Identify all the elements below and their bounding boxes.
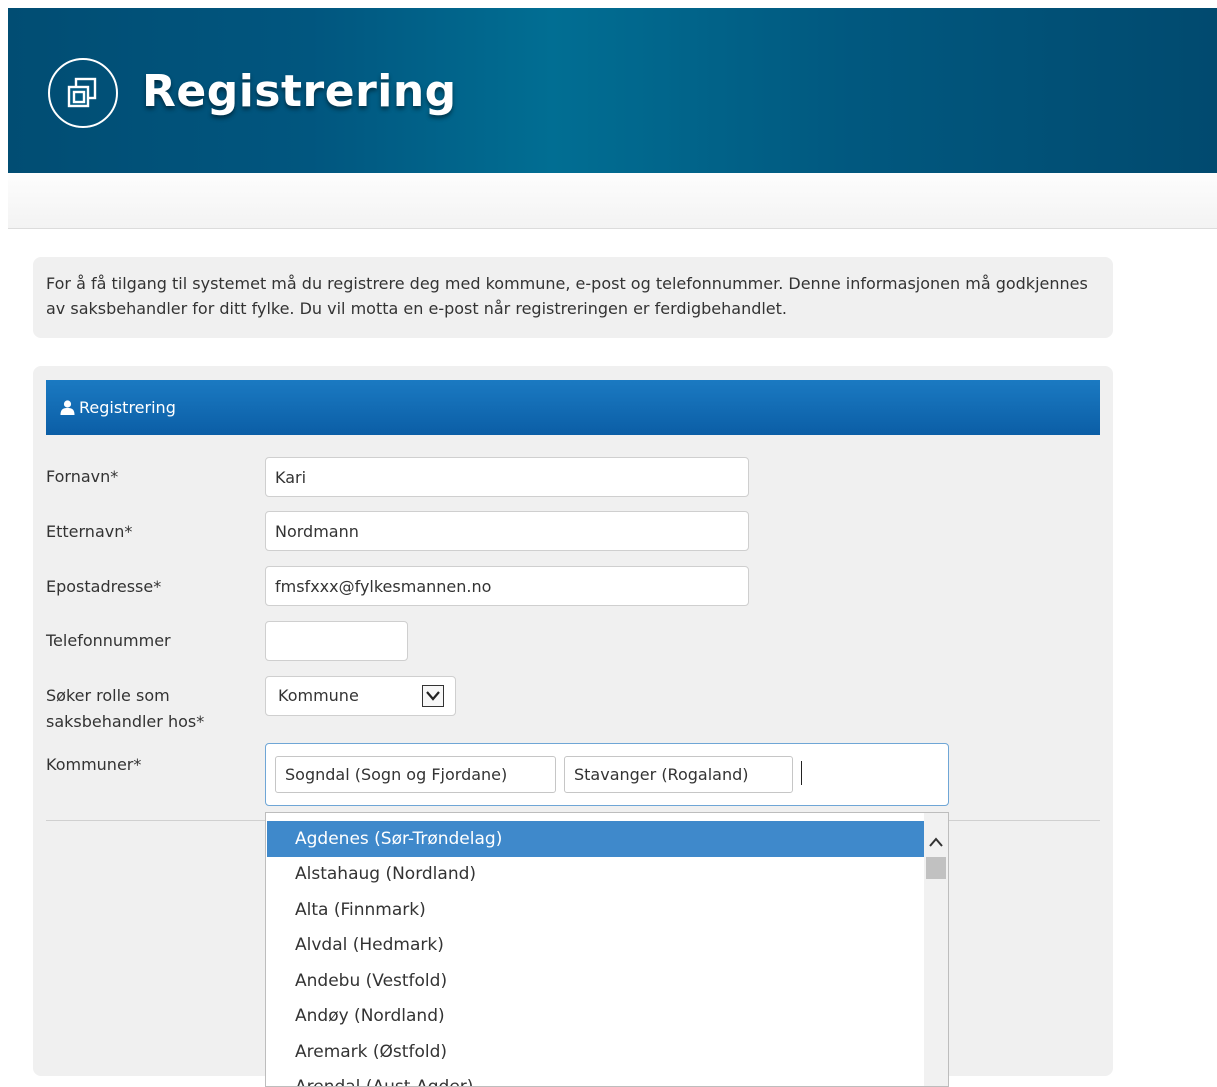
dropdown-scrollbar[interactable] [924,813,948,1086]
dropdown-option[interactable]: Agdenes (Sør-Trøndelag) [267,821,924,857]
chevron-up-icon[interactable] [928,833,944,852]
phone-input[interactable] [265,621,408,661]
dropdown-option[interactable]: Alstahaug (Nordland) [267,856,924,892]
info-notice: For å få tilgang til systemet må du regi… [33,257,1113,338]
municipalities-multiselect[interactable]: Sogndal (Sogn og Fjordane) Stavanger (Ro… [265,743,949,806]
role-label: Søker rolle som saksbehandler hos* [46,683,204,735]
dropdown-option[interactable]: Arendal (Aust-Agder) [267,1069,924,1086]
role-label-line2: saksbehandler hos* [46,712,205,731]
municipality-dropdown[interactable]: Agdenes (Sør-Trøndelag) Alstahaug (Nordl… [265,812,949,1087]
first-name-input[interactable] [265,457,749,497]
chevron-down-icon[interactable] [422,685,444,707]
header-banner: Registrering [8,8,1217,173]
municipalities-label: Kommuner* [46,755,142,774]
panel-title: Registrering [79,398,176,417]
last-name-input[interactable] [265,511,749,551]
scroll-thumb[interactable] [926,857,946,879]
text-caret [801,761,802,785]
role-label-line1: Søker rolle som [46,686,170,705]
phone-label: Telefonnummer [46,631,171,650]
squares-logo-icon [48,58,118,128]
municipality-chip[interactable]: Sogndal (Sogn og Fjordane) [275,756,556,793]
page-title: Registrering [142,66,457,117]
role-select[interactable]: Kommune [265,676,456,716]
sub-bar [8,173,1217,229]
email-label: Epostadresse* [46,577,162,596]
first-name-label: Fornavn* [46,467,119,486]
last-name-label: Etternavn* [46,522,133,541]
dropdown-option[interactable]: Alta (Finnmark) [267,892,924,928]
panel-header: Registrering [46,380,1100,435]
role-select-value: Kommune [278,686,359,705]
dropdown-option[interactable]: Andøy (Nordland) [267,998,924,1034]
municipality-chip[interactable]: Stavanger (Rogaland) [564,756,793,793]
dropdown-option[interactable]: Aremark (Østfold) [267,1034,924,1070]
dropdown-option[interactable]: Andebu (Vestfold) [267,963,924,999]
email-input[interactable] [265,566,749,606]
dropdown-option[interactable]: Alvdal (Hedmark) [267,927,924,963]
user-icon [60,382,75,437]
